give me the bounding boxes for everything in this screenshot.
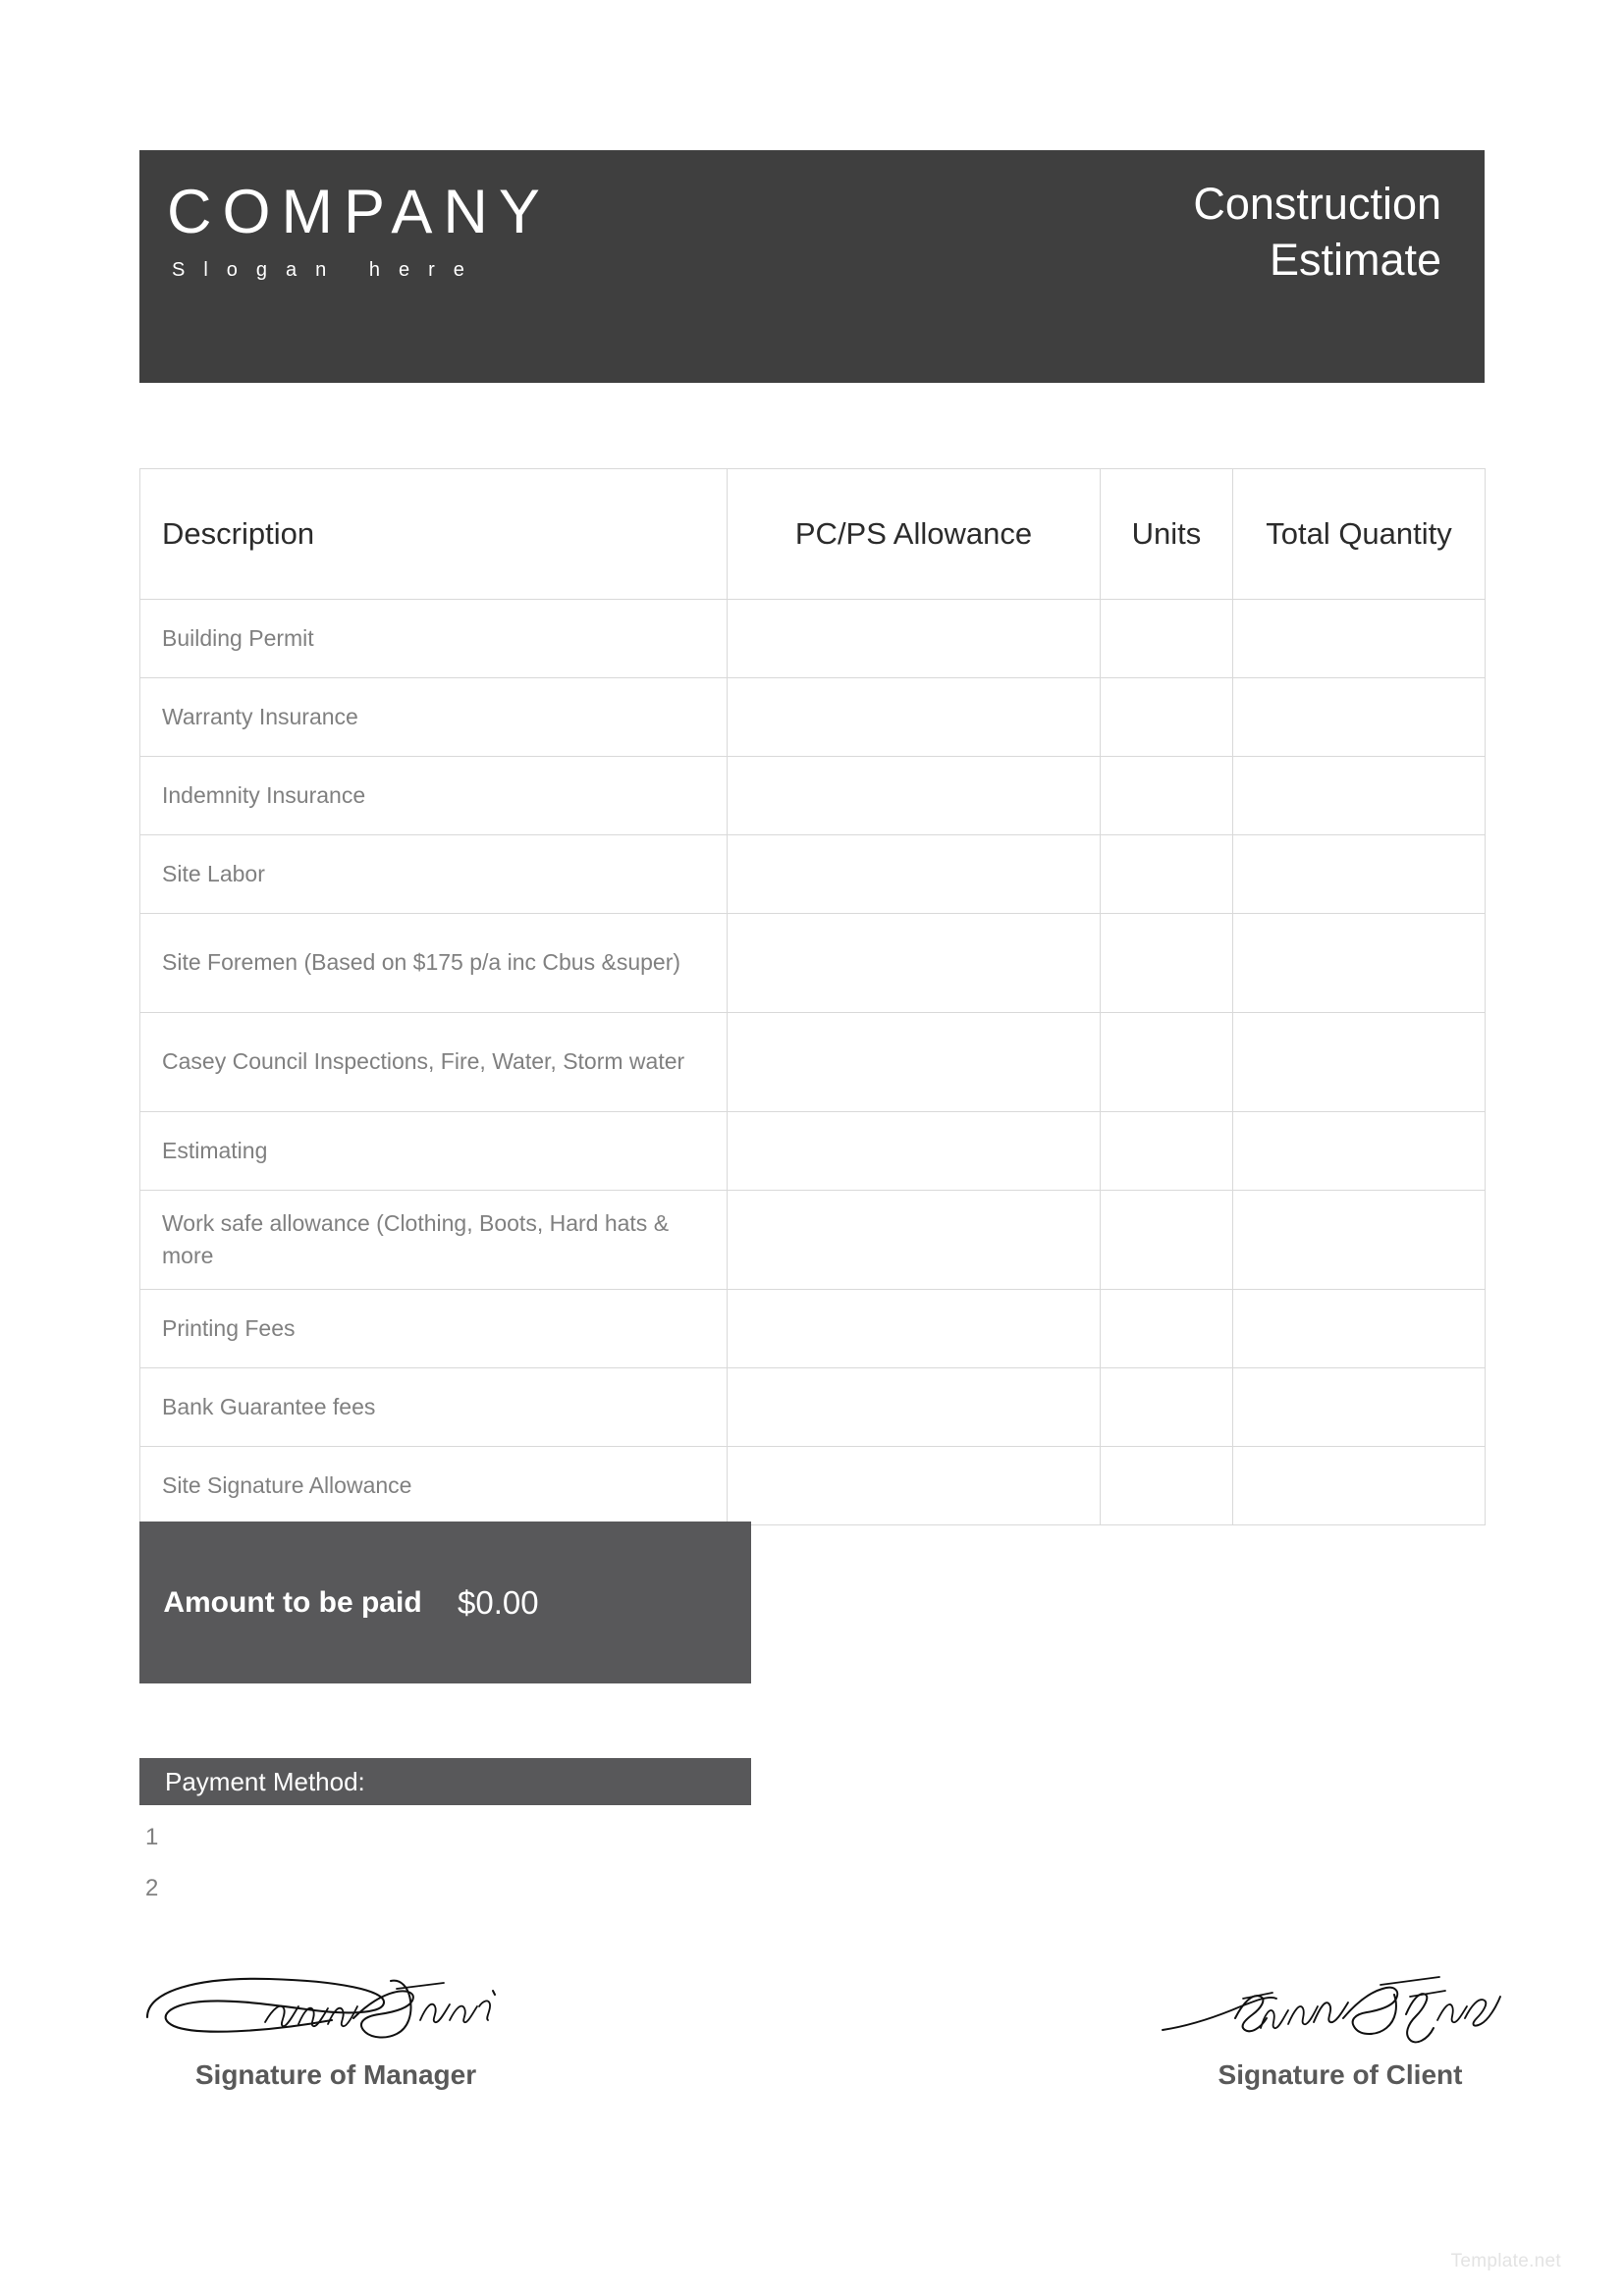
table-header-row: Description PC/PS Allowance Units Total … bbox=[139, 468, 1486, 600]
column-header-total-quantity: Total Quantity bbox=[1232, 468, 1486, 600]
cell-description: Site Signature Allowance bbox=[139, 1446, 728, 1525]
cell-allowance[interactable] bbox=[727, 1012, 1101, 1112]
table-row: Printing Fees bbox=[139, 1289, 1486, 1368]
client-signature-block: Signature of Client bbox=[1159, 1963, 1522, 2091]
cell-total-quantity[interactable] bbox=[1232, 1190, 1486, 1290]
cell-allowance[interactable] bbox=[727, 756, 1101, 835]
cell-units[interactable] bbox=[1100, 1190, 1233, 1290]
cell-allowance[interactable] bbox=[727, 677, 1101, 757]
payment-method-title: Payment Method: bbox=[165, 1766, 365, 1796]
cell-total-quantity[interactable] bbox=[1232, 834, 1486, 914]
document-header: COMPANY Slogan here Construction Estimat… bbox=[139, 150, 1485, 383]
table-row: Site Labor bbox=[139, 834, 1486, 914]
company-slogan: Slogan here bbox=[172, 259, 483, 281]
table-row: Site Foremen (Based on $175 p/a inc Cbus… bbox=[139, 913, 1486, 1013]
document-page: COMPANY Slogan here Construction Estimat… bbox=[0, 0, 1624, 2296]
manager-signature-image bbox=[139, 1963, 532, 2054]
amount-label: Amount to be paid bbox=[163, 1586, 422, 1619]
cell-description: Indemnity Insurance bbox=[139, 756, 728, 835]
cell-units[interactable] bbox=[1100, 1012, 1233, 1112]
cell-allowance[interactable] bbox=[727, 1190, 1101, 1290]
table-row: Estimating bbox=[139, 1111, 1486, 1191]
cell-total-quantity[interactable] bbox=[1232, 1289, 1486, 1368]
document-title: Construction Estimate bbox=[1193, 176, 1441, 288]
cell-total-quantity[interactable] bbox=[1232, 677, 1486, 757]
cell-description: Casey Council Inspections, Fire, Water, … bbox=[139, 1012, 728, 1112]
cell-description: Bank Guarantee fees bbox=[139, 1367, 728, 1447]
amount-value: $0.00 bbox=[458, 1583, 539, 1621]
cell-units[interactable] bbox=[1100, 1289, 1233, 1368]
cell-units[interactable] bbox=[1100, 1367, 1233, 1447]
cell-units[interactable] bbox=[1100, 599, 1233, 678]
manager-signature-block: Signature of Manager bbox=[139, 1963, 532, 2091]
payment-method-item[interactable]: 1 bbox=[139, 1826, 751, 1849]
cell-allowance[interactable] bbox=[727, 834, 1101, 914]
amount-to-be-paid-box: Amount to be paid $0.00 bbox=[139, 1522, 751, 1683]
cell-total-quantity[interactable] bbox=[1232, 599, 1486, 678]
payment-method-item[interactable]: 2 bbox=[139, 1877, 751, 1900]
cell-description: Site Foremen (Based on $175 p/a inc Cbus… bbox=[139, 913, 728, 1013]
cell-description: Building Permit bbox=[139, 599, 728, 678]
cell-units[interactable] bbox=[1100, 1111, 1233, 1191]
cell-allowance[interactable] bbox=[727, 1111, 1101, 1191]
table-row: Warranty Insurance bbox=[139, 677, 1486, 757]
cell-description: Estimating bbox=[139, 1111, 728, 1191]
manager-signature-caption: Signature of Manager bbox=[194, 2059, 477, 2090]
document-title-line-1: Construction bbox=[1193, 179, 1441, 229]
cell-description: Warranty Insurance bbox=[139, 677, 728, 757]
cell-total-quantity[interactable] bbox=[1232, 913, 1486, 1013]
table-header: Description PC/PS Allowance Units Total … bbox=[139, 468, 1486, 600]
estimate-table: Description PC/PS Allowance Units Total … bbox=[139, 468, 1486, 1525]
payment-method-bar: Payment Method: bbox=[139, 1758, 751, 1805]
template-watermark: Template.net bbox=[1450, 2251, 1561, 2271]
client-signature-image bbox=[1159, 1963, 1522, 2054]
cell-description: Printing Fees bbox=[139, 1289, 728, 1368]
cell-units[interactable] bbox=[1100, 913, 1233, 1013]
table-body: Building Permit Warranty Insurance Indemni… bbox=[139, 599, 1486, 1525]
cell-allowance[interactable] bbox=[727, 1367, 1101, 1447]
table-row: Site Signature Allowance bbox=[139, 1446, 1486, 1525]
client-signature-caption: Signature of Client bbox=[1218, 2059, 1463, 2090]
company-name: COMPANY bbox=[167, 178, 551, 246]
cell-allowance[interactable] bbox=[727, 599, 1101, 678]
cell-allowance[interactable] bbox=[727, 913, 1101, 1013]
cell-total-quantity[interactable] bbox=[1232, 1111, 1486, 1191]
payment-method-list: 12 bbox=[139, 1826, 751, 1928]
company-branding: COMPANY Slogan here bbox=[167, 182, 551, 282]
cell-total-quantity[interactable] bbox=[1232, 1446, 1486, 1525]
column-header-units: Units bbox=[1100, 468, 1233, 600]
cell-units[interactable] bbox=[1100, 756, 1233, 835]
table-row: Bank Guarantee fees bbox=[139, 1367, 1486, 1447]
cell-description: Site Labor bbox=[139, 834, 728, 914]
document-title-line-2: Estimate bbox=[1269, 235, 1441, 286]
cell-description: Work safe allowance (Clothing, Boots, Ha… bbox=[139, 1190, 728, 1290]
cell-allowance[interactable] bbox=[727, 1446, 1101, 1525]
table-row: Work safe allowance (Clothing, Boots, Ha… bbox=[139, 1190, 1486, 1290]
cell-total-quantity[interactable] bbox=[1232, 756, 1486, 835]
cell-units[interactable] bbox=[1100, 834, 1233, 914]
table-row: Casey Council Inspections, Fire, Water, … bbox=[139, 1012, 1486, 1112]
column-header-allowance: PC/PS Allowance bbox=[727, 468, 1101, 600]
column-header-description: Description bbox=[139, 468, 728, 600]
table-row: Indemnity Insurance bbox=[139, 756, 1486, 835]
cell-units[interactable] bbox=[1100, 1446, 1233, 1525]
table-row: Building Permit bbox=[139, 599, 1486, 678]
cell-units[interactable] bbox=[1100, 677, 1233, 757]
cell-total-quantity[interactable] bbox=[1232, 1367, 1486, 1447]
cell-total-quantity[interactable] bbox=[1232, 1012, 1486, 1112]
cell-allowance[interactable] bbox=[727, 1289, 1101, 1368]
